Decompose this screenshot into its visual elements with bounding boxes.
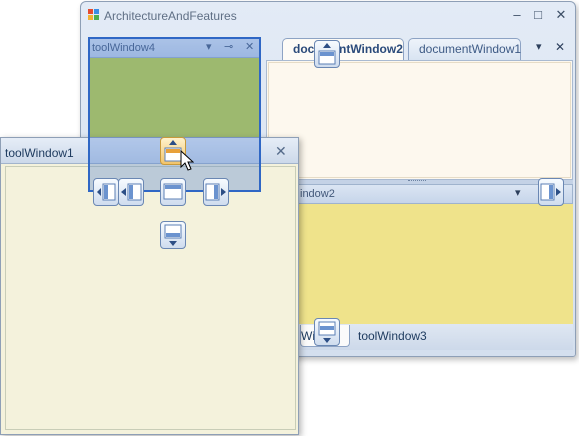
minimize-button[interactable]: – <box>508 6 526 24</box>
tool-window-1-title: toolWindow1 <box>5 146 74 160</box>
dock-outer-bottom-guide[interactable] <box>314 318 340 346</box>
tab-tool-window-3[interactable]: toolWindow3 <box>358 325 427 347</box>
tool-window-2-title: indow2 <box>300 188 335 200</box>
tool-window-2-menu-icon[interactable]: ▾ <box>515 186 521 199</box>
tab-document-window-1[interactable]: documentWindow1 <box>408 38 521 60</box>
tab-document-window-2[interactable]: documentWindow2 <box>282 38 404 60</box>
tab-label: documentWindow1 <box>419 42 522 56</box>
splitter-grip <box>408 180 426 182</box>
document-close-icon[interactable]: ✕ <box>555 40 565 54</box>
dock-outer-left-guide[interactable] <box>93 178 119 206</box>
dock-preview-highlight <box>88 37 261 192</box>
tool-window-1-close-icon[interactable]: ✕ <box>275 143 287 160</box>
tool-window-1-body <box>5 166 296 430</box>
document-content[interactable] <box>268 62 571 178</box>
tab-label: documentWindow2 <box>293 42 403 56</box>
dock-left-guide[interactable] <box>118 178 144 206</box>
dock-outer-top-guide[interactable] <box>314 40 340 68</box>
dock-bottom-guide[interactable] <box>160 221 186 249</box>
dock-center-guide[interactable] <box>160 178 186 206</box>
mouse-cursor-icon <box>180 149 195 175</box>
close-button[interactable]: ✕ <box>552 6 570 24</box>
tool-window-2-body <box>266 204 573 324</box>
document-menu-icon[interactable]: ▾ <box>536 40 542 53</box>
tab-label: toolWindow3 <box>358 329 427 343</box>
maximize-button[interactable]: □ <box>529 6 547 24</box>
app-icon <box>88 9 100 21</box>
window-title: ArchitectureAndFeatures <box>104 9 237 23</box>
dock-right-guide[interactable] <box>203 178 229 206</box>
dock-outer-right-guide[interactable] <box>538 178 564 206</box>
